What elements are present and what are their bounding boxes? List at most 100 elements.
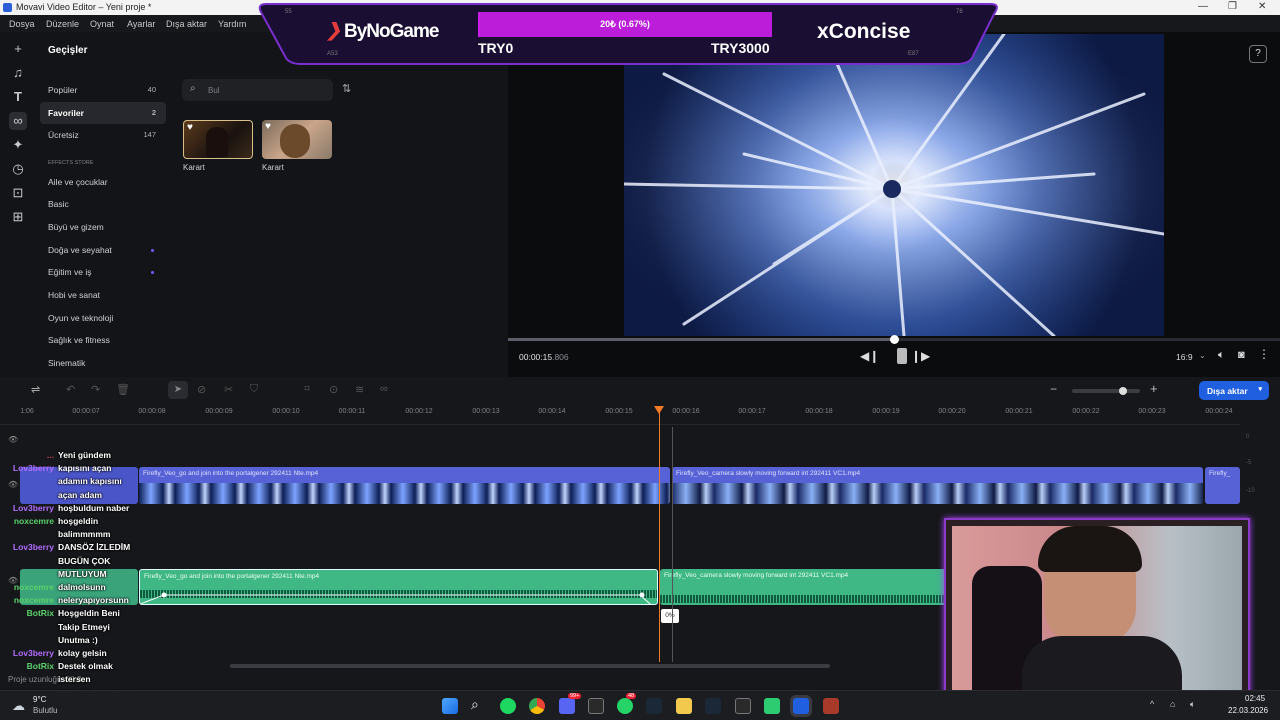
sort-icon[interactable]: ⇅ (342, 82, 351, 95)
heart-icon[interactable]: ♥ (265, 121, 271, 132)
speed-icon[interactable]: ⊙ (329, 383, 338, 396)
zoom-out-icon[interactable]: − (1050, 382, 1057, 396)
zoom-slider-handle[interactable] (1119, 387, 1127, 395)
network-icon[interactable]: ⌂ (1170, 699, 1175, 709)
clock-icon[interactable]: ◷ (9, 160, 27, 178)
close-icon[interactable]: ✕ (1258, 1, 1266, 12)
plus-icon[interactable]: + (9, 40, 27, 58)
audio-clip-1[interactable]: Firefly_Veo_go and join into the portalg… (139, 569, 658, 605)
export-button[interactable]: Dışa aktar ▾ (1199, 381, 1269, 400)
chevron-down-icon: ▾ (1258, 386, 1262, 393)
store-item[interactable]: Aile ve çocuklar (40, 171, 166, 193)
more-options-icon[interactable]: ⋮ (1258, 347, 1270, 361)
category-free[interactable]: Ücretsiz 147 (40, 124, 166, 146)
file-explorer-icon[interactable] (676, 698, 692, 714)
export-label: Dışa aktar (1207, 386, 1248, 396)
search-input[interactable]: Bul (208, 86, 220, 95)
sticker-icon[interactable]: ⊡ (9, 184, 27, 202)
chevron-down-icon[interactable]: ⌄ (1199, 351, 1206, 360)
menu-edit[interactable]: Düzenle (46, 19, 79, 29)
chat-username: Lov3berry (12, 502, 54, 513)
video-clip-3[interactable]: Firefly_ (1205, 467, 1240, 504)
search-box[interactable]: ⌕ Bul (182, 79, 333, 101)
menu-play[interactable]: Oynat (90, 19, 114, 29)
adjust-icon[interactable]: ≋ (355, 383, 364, 396)
eye-icon[interactable]: 👁︎ (8, 435, 18, 444)
chrome-icon[interactable] (529, 698, 545, 714)
start-icon[interactable] (442, 698, 458, 714)
epic-games-icon[interactable] (588, 698, 604, 714)
play-pause-button[interactable] (897, 348, 907, 364)
video-clip-2[interactable]: Firefly_Veo_camera slowly moving forward… (672, 467, 1203, 504)
playhead-handle[interactable] (654, 406, 664, 414)
transition-thumb-1[interactable]: ♥ (183, 120, 253, 159)
zoom-in-icon[interactable]: + (1150, 381, 1158, 396)
volume-icon[interactable]: 🔈︎ (1218, 349, 1225, 362)
playhead[interactable] (659, 407, 660, 662)
help-icon[interactable]: ? (1249, 45, 1267, 63)
chat-message: Takip Etmeyi (0, 622, 140, 635)
store-item[interactable]: Eğitim ve iş (40, 261, 166, 283)
menu-export[interactable]: Dışa aktar (166, 19, 207, 29)
volume-icon[interactable]: 🔈︎ (1190, 699, 1195, 710)
step-back-icon[interactable]: ◀❙ (860, 349, 879, 363)
transition-tool-icon[interactable]: ∞ (380, 383, 388, 395)
movavi-icon[interactable] (793, 698, 809, 714)
step-forward-icon[interactable]: ❙▶ (911, 349, 930, 363)
select-tool-icon[interactable]: ➤ (168, 381, 188, 399)
ruler-tick: 00:00:13 (472, 408, 500, 415)
category-favorites[interactable]: Favoriler 2 (40, 102, 166, 124)
winrar-icon[interactable] (823, 698, 839, 714)
app-icon[interactable] (764, 698, 780, 714)
store-item[interactable]: Sinematik (40, 352, 166, 374)
snapshot-icon[interactable]: ◙ (1238, 349, 1245, 361)
chat-message: balimmmmm (0, 529, 140, 542)
chat-text: Yeni gündem (58, 450, 111, 460)
grid-icon[interactable]: ⊞ (9, 208, 27, 226)
spotify-icon[interactable] (500, 698, 516, 714)
timeline-scrollbar[interactable] (230, 664, 830, 668)
aspect-ratio-select[interactable]: 16:9 (1176, 352, 1193, 362)
maximize-icon[interactable]: ❐ (1228, 1, 1237, 12)
store-item[interactable]: Hobi ve sanat (40, 284, 166, 306)
zoom-slider[interactable] (1072, 387, 1140, 395)
ruler-tick: 00:00:21 (1005, 408, 1033, 415)
blade-tool-icon[interactable]: ⊘ (197, 383, 206, 396)
minimize-icon[interactable]: — (1198, 1, 1208, 12)
progress-fill (508, 338, 894, 341)
search-icon[interactable]: ⌕ (471, 696, 479, 713)
menu-help[interactable]: Yardım (218, 19, 246, 29)
store-item[interactable]: Doğa ve seyahat (40, 239, 166, 261)
category-popular[interactable]: Popüler 40 (40, 79, 166, 101)
store-item[interactable]: Basic (40, 193, 166, 215)
text-icon[interactable]: T (9, 88, 27, 106)
store-item[interactable]: Büyü ve gizem (40, 216, 166, 238)
menu-settings[interactable]: Ayarlar (127, 19, 155, 29)
epic-games-icon[interactable] (735, 698, 751, 714)
add-track-icon[interactable]: ⇌ (31, 383, 40, 396)
transition-thumb-2[interactable]: ♥ (262, 120, 332, 159)
store-item[interactable]: Oyun ve teknoloji (40, 307, 166, 329)
menu-file[interactable]: Dosya (9, 19, 35, 29)
weather-icon[interactable]: ☁ (12, 698, 25, 714)
undo-icon[interactable]: ↶ (66, 383, 75, 396)
magic-wand-icon[interactable]: ✦ (9, 136, 27, 154)
discord-icon[interactable]: 99+ (559, 693, 582, 714)
music-note-icon[interactable]: ♫ (9, 64, 27, 82)
transition-icon[interactable]: ∞ (9, 112, 27, 130)
whatsapp-icon[interactable]: 48 (617, 693, 637, 714)
store-item[interactable]: Sağlık ve fitness (40, 329, 166, 351)
progress-handle[interactable] (890, 335, 899, 344)
meter-mark: 0 (1246, 434, 1250, 440)
redo-icon[interactable]: ↷ (91, 383, 100, 396)
heart-icon[interactable]: ♥ (187, 122, 193, 133)
crop-icon[interactable]: ⌗ (304, 383, 310, 396)
marker-icon[interactable]: ⛉ (250, 383, 258, 396)
video-clip-1[interactable]: Firefly_Veo_go and join into the portalg… (139, 467, 670, 504)
chevron-up-icon[interactable]: ^ (1150, 699, 1154, 709)
delete-icon[interactable]: 🗑︎ (116, 383, 130, 396)
cut-icon[interactable]: ✂ (224, 383, 233, 396)
steam-icon[interactable] (705, 698, 721, 714)
steam-icon[interactable] (646, 698, 662, 714)
time-ruler[interactable]: 1:06 00:00:07 00:00:08 00:00:09 00:00:10… (0, 403, 1240, 425)
